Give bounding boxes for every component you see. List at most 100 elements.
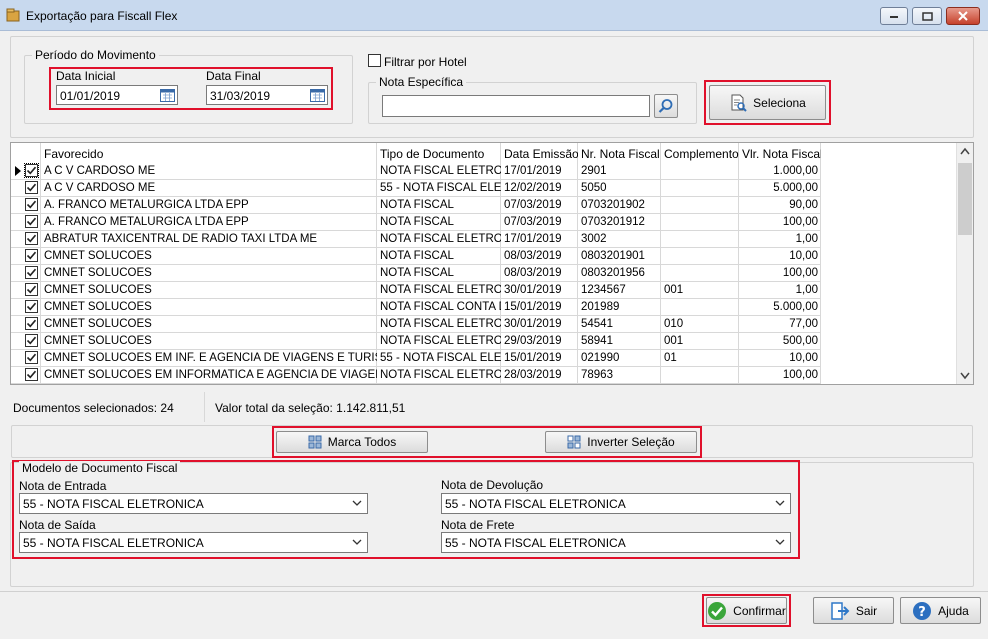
minimize-icon bbox=[890, 16, 898, 18]
filtrar-hotel-checkbox[interactable] bbox=[368, 54, 381, 67]
row-checkbox[interactable] bbox=[25, 300, 38, 313]
row-checkbox[interactable] bbox=[25, 266, 38, 279]
header-comp[interactable]: Complemento bbox=[661, 143, 739, 162]
cell-data: 15/01/2019 bbox=[504, 352, 562, 364]
close-button[interactable] bbox=[946, 7, 980, 25]
data-final-field[interactable]: 31/03/2019 bbox=[206, 85, 328, 105]
cell-tipo: NOTA FISCAL ELETRONICA bbox=[380, 318, 501, 330]
minimize-button[interactable] bbox=[880, 7, 908, 25]
summary-divider bbox=[204, 392, 205, 422]
calendar-icon[interactable] bbox=[160, 88, 175, 102]
cell-favorecido: CMNET SOLUCOES bbox=[44, 318, 152, 330]
checkmark-icon bbox=[26, 353, 37, 362]
confirmar-label: Confirmar bbox=[733, 603, 786, 618]
nota-especifica-legend: Nota Específica bbox=[376, 75, 467, 89]
cell-nr: 2901 bbox=[581, 165, 607, 177]
inverter-selecao-button[interactable]: Inverter Seleção bbox=[545, 431, 697, 453]
row-checkbox[interactable] bbox=[25, 232, 38, 245]
seleciona-label: Seleciona bbox=[753, 95, 806, 110]
nota-frete-label: Nota de Frete bbox=[441, 518, 515, 532]
row-checkbox[interactable] bbox=[25, 283, 38, 296]
cell-comp: 010 bbox=[664, 318, 684, 330]
nota-entrada-select[interactable]: 55 - NOTA FISCAL ELETRONICA bbox=[19, 493, 368, 514]
cell-favorecido: A C V CARDOSO ME bbox=[44, 165, 156, 177]
cell-nr: 5050 bbox=[581, 182, 607, 194]
cell-tipo: NOTA FISCAL ELETRONICA bbox=[380, 369, 501, 381]
row-checkbox[interactable] bbox=[25, 215, 38, 228]
cell-vlr: 10,00 bbox=[789, 250, 818, 262]
filtrar-hotel-label[interactable]: Filtrar por Hotel bbox=[384, 55, 467, 69]
row-checkbox[interactable] bbox=[25, 181, 38, 194]
maximize-icon bbox=[921, 11, 933, 21]
calendar-icon[interactable] bbox=[310, 88, 325, 102]
cell-comp bbox=[661, 299, 739, 316]
nota-saida-value: 55 - NOTA FISCAL ELETRONICA bbox=[23, 536, 204, 550]
cell-tipo: NOTA FISCAL bbox=[380, 199, 454, 211]
nota-saida-label: Nota de Saída bbox=[19, 518, 96, 532]
cell-nr: 58941 bbox=[581, 335, 613, 347]
nota-frete-select[interactable]: 55 - NOTA FISCAL ELETRONICA bbox=[441, 532, 791, 553]
cell-vlr: 5.000,00 bbox=[773, 182, 818, 194]
cell-vlr: 1,00 bbox=[795, 233, 818, 245]
check-circle-icon bbox=[708, 601, 727, 620]
nota-saida-select[interactable]: 55 - NOTA FISCAL ELETRONICA bbox=[19, 532, 368, 553]
checkmark-icon bbox=[26, 370, 37, 379]
checkmark-icon bbox=[26, 234, 37, 243]
header-favorecido[interactable]: Favorecido bbox=[41, 143, 377, 162]
data-final-label: Data Final bbox=[206, 69, 261, 83]
row-checkbox[interactable] bbox=[25, 334, 38, 347]
cell-favorecido: ABRATUR TAXICENTRAL DE RADIO TAXI LTDA M… bbox=[44, 233, 318, 245]
seleciona-button[interactable]: Seleciona bbox=[709, 85, 826, 120]
cell-nr: 0803201901 bbox=[581, 250, 645, 262]
cell-tipo: NOTA FISCAL bbox=[380, 216, 454, 228]
scroll-down-icon[interactable] bbox=[960, 372, 970, 380]
header-vlr[interactable]: Vlr. Nota Fiscal bbox=[739, 143, 821, 162]
checkmark-icon bbox=[26, 183, 37, 192]
search-button[interactable] bbox=[654, 94, 678, 118]
row-checkbox[interactable] bbox=[24, 163, 39, 178]
cell-tipo: NOTA FISCAL bbox=[380, 250, 454, 262]
cell-nr: 0803201956 bbox=[581, 267, 645, 279]
cell-comp: 01 bbox=[664, 352, 677, 364]
marca-todos-button[interactable]: Marca Todos bbox=[276, 431, 428, 453]
row-checkbox[interactable] bbox=[25, 317, 38, 330]
nota-entrada-value: 55 - NOTA FISCAL ELETRONICA bbox=[23, 497, 204, 511]
scroll-up-icon[interactable] bbox=[960, 147, 970, 155]
cell-data: 12/02/2019 bbox=[504, 182, 562, 194]
checkmark-icon bbox=[26, 285, 37, 294]
cell-comp: 001 bbox=[664, 335, 684, 347]
header-tipo[interactable]: Tipo de Documento bbox=[377, 143, 501, 162]
cell-favorecido: CMNET SOLUCOES bbox=[44, 301, 152, 313]
row-checkbox[interactable] bbox=[25, 198, 38, 211]
header-nr[interactable]: Nr. Nota Fiscal bbox=[578, 143, 661, 162]
vertical-scrollbar[interactable] bbox=[956, 143, 973, 384]
svg-text:?: ? bbox=[918, 605, 926, 620]
confirmar-button[interactable]: Confirmar bbox=[706, 597, 787, 624]
checkmark-icon bbox=[26, 166, 37, 175]
data-inicial-field[interactable]: 01/01/2019 bbox=[56, 85, 178, 105]
row-checkbox[interactable] bbox=[25, 249, 38, 262]
exit-door-icon bbox=[831, 601, 850, 620]
cell-tipo: NOTA FISCAL ELETRONICA bbox=[380, 335, 501, 347]
nota-especifica-input[interactable] bbox=[382, 95, 650, 117]
invert-selection-icon bbox=[567, 435, 581, 449]
cell-nr: 0703201912 bbox=[581, 216, 645, 228]
cell-comp bbox=[661, 248, 739, 265]
cell-data: 30/01/2019 bbox=[504, 318, 562, 330]
document-search-icon bbox=[731, 94, 747, 112]
cell-favorecido: A. FRANCO METALURGICA LTDA EPP bbox=[44, 199, 249, 211]
sair-button[interactable]: Sair bbox=[813, 597, 894, 624]
ajuda-button[interactable]: ? Ajuda bbox=[900, 597, 981, 624]
row-checkbox[interactable] bbox=[25, 351, 38, 364]
nota-devolucao-select[interactable]: 55 - NOTA FISCAL ELETRONICA bbox=[441, 493, 791, 514]
maximize-button[interactable] bbox=[912, 7, 942, 25]
cell-favorecido: CMNET SOLUCOES bbox=[44, 335, 152, 347]
header-data[interactable]: Data Emissão bbox=[501, 143, 578, 162]
nota-frete-value: 55 - NOTA FISCAL ELETRONICA bbox=[445, 536, 626, 550]
row-checkbox[interactable] bbox=[25, 368, 38, 381]
cell-data: 30/01/2019 bbox=[504, 284, 562, 296]
chevron-down-icon bbox=[775, 500, 785, 506]
scroll-thumb[interactable] bbox=[958, 163, 972, 235]
grid-select-icon bbox=[308, 435, 322, 449]
notes-grid[interactable]: Favorecido Tipo de Documento Data Emissã… bbox=[10, 142, 974, 385]
